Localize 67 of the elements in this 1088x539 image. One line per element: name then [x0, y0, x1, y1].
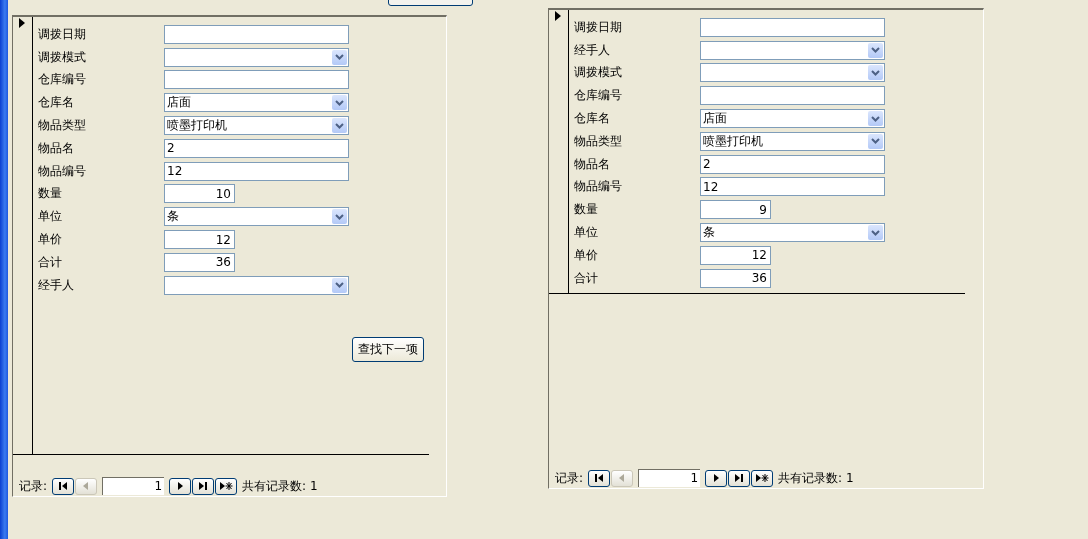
first-record-button[interactable] — [588, 469, 611, 487]
record-selector-icon — [19, 18, 25, 28]
field-label: 仓库编号 — [574, 87, 623, 105]
field-label: 物品编号 — [574, 178, 623, 196]
dropdown-field[interactable]: 店面 — [700, 109, 885, 129]
input-field[interactable]: 2 — [700, 154, 885, 174]
record-number-field[interactable]: 1 — [638, 469, 701, 487]
next-record-button[interactable] — [705, 469, 728, 487]
field-label: 单位 — [38, 208, 63, 226]
record-label: 记录: — [19, 477, 48, 495]
field-label: 仓库名 — [574, 110, 611, 128]
input-field[interactable]: 12 — [164, 230, 235, 250]
field-label: 数量 — [574, 201, 599, 219]
input-field[interactable]: 10 — [164, 184, 235, 204]
input-field[interactable] — [700, 17, 885, 37]
field-label: 物品编号 — [38, 162, 87, 180]
field-label: 单价 — [38, 231, 63, 249]
field-label: 调拨日期 — [38, 25, 87, 43]
field-label: 仓库名 — [38, 94, 75, 112]
input-field[interactable] — [164, 24, 349, 44]
field-label: 仓库编号 — [38, 71, 87, 89]
dropdown-field[interactable] — [700, 63, 885, 83]
last-record-button[interactable] — [728, 469, 751, 487]
field-label: 合计 — [38, 253, 63, 271]
dropdown-field[interactable]: 条 — [700, 223, 885, 243]
field-label: 物品类型 — [574, 132, 623, 150]
dropdown-field[interactable]: 喷墨打印机 — [700, 131, 885, 151]
record-count: 共有记录数: 1 — [242, 477, 318, 495]
next-record-button[interactable] — [169, 477, 192, 495]
last-record-button[interactable] — [192, 477, 215, 495]
field-label: 物品类型 — [38, 117, 87, 135]
new-record-button[interactable] — [215, 477, 238, 495]
field-label: 物品名 — [574, 155, 611, 173]
input-field[interactable]: 36 — [164, 252, 235, 272]
input-field[interactable]: 9 — [700, 200, 771, 220]
input-field[interactable]: 12 — [700, 177, 885, 197]
field-label: 合计 — [574, 269, 599, 287]
field-label: 调拨模式 — [38, 48, 87, 66]
field-label: 经手人 — [38, 276, 75, 294]
input-field[interactable] — [700, 86, 885, 106]
input-field[interactable] — [164, 70, 349, 90]
dropdown-field[interactable] — [700, 40, 885, 60]
new-record-button[interactable] — [751, 469, 774, 487]
field-label: 物品名 — [38, 139, 75, 157]
record-count: 共有记录数: 1 — [778, 469, 854, 487]
triangle-asterisk-icon — [219, 481, 234, 491]
dropdown-field[interactable]: 条 — [164, 207, 349, 227]
field-label: 单位 — [574, 224, 599, 242]
field-label: 数量 — [38, 185, 63, 203]
record-number-field[interactable]: 1 — [102, 477, 165, 495]
record-selector-icon — [555, 11, 561, 21]
field-label: 经手人 — [574, 41, 611, 59]
find-next-button[interactable]: 查找下一项 — [352, 336, 424, 362]
field-label: 调拨日期 — [574, 18, 623, 36]
dropdown-field[interactable]: 喷墨打印机 — [164, 116, 349, 136]
record-label: 记录: — [555, 469, 584, 487]
dropdown-field[interactable] — [164, 47, 349, 67]
input-field[interactable]: 12 — [700, 245, 771, 265]
input-field[interactable]: 2 — [164, 138, 349, 158]
input-field[interactable]: 12 — [164, 161, 349, 181]
input-field[interactable]: 36 — [700, 268, 771, 288]
field-label: 单价 — [574, 246, 599, 264]
field-label: 调拨模式 — [574, 64, 623, 82]
dropdown-field[interactable]: 店面 — [164, 93, 349, 113]
dropdown-field[interactable] — [164, 275, 349, 295]
triangle-asterisk-icon — [755, 473, 770, 483]
first-record-button[interactable] — [52, 477, 75, 495]
